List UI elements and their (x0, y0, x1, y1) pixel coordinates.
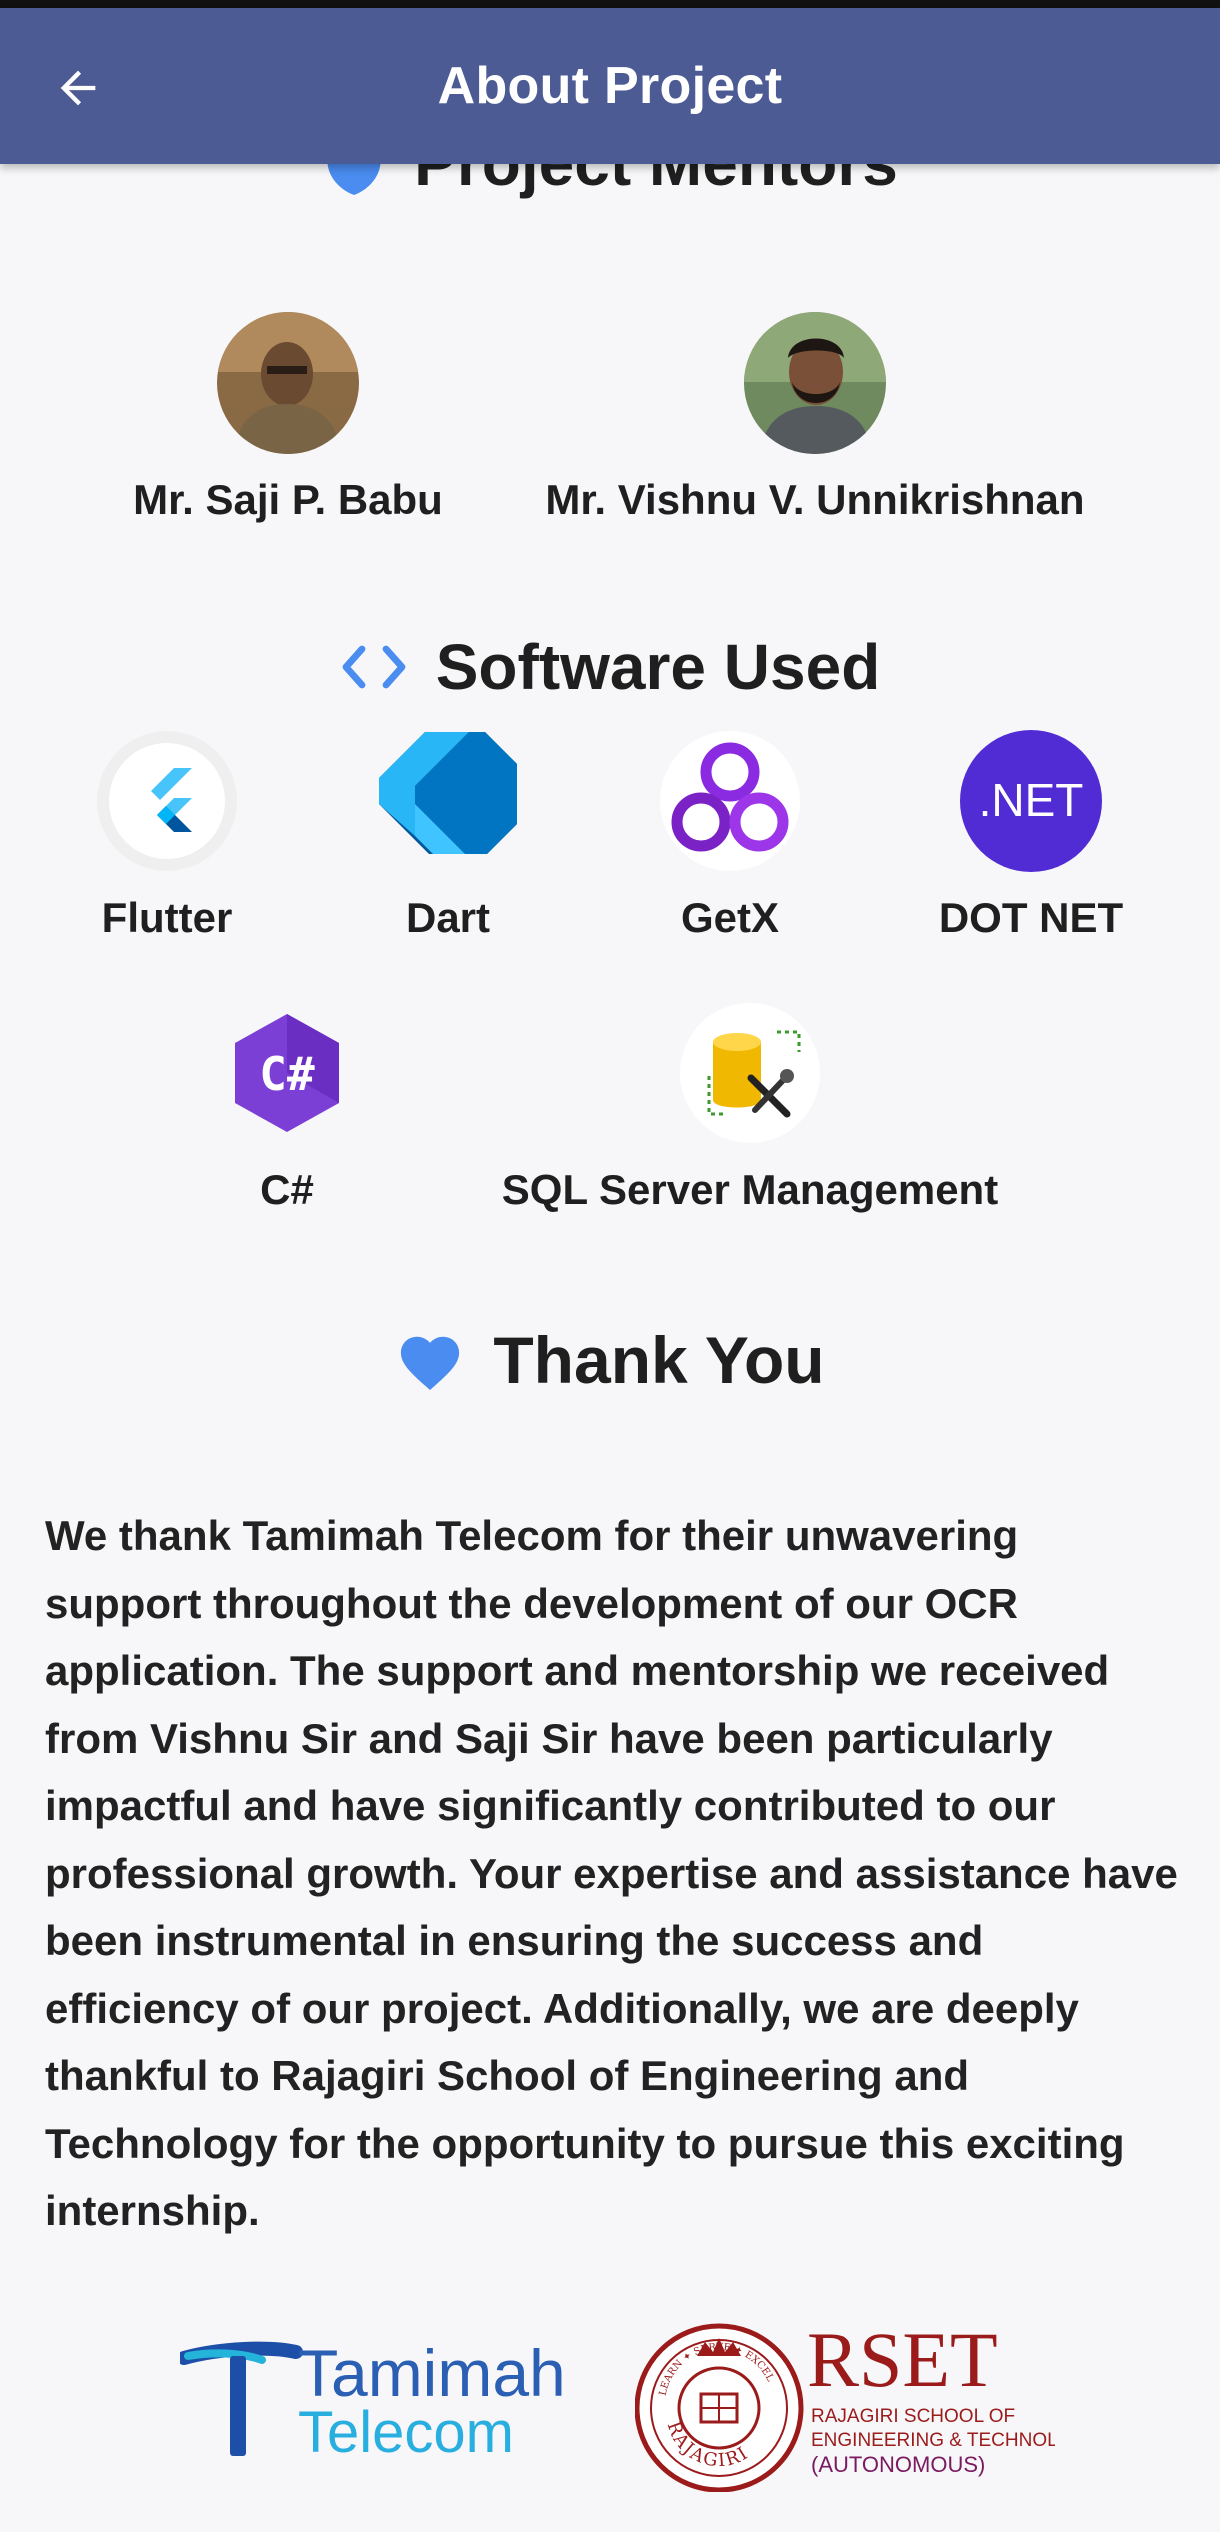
software-label: Flutter (101, 894, 233, 941)
rset-line1: RAJAGIRI SCHOOL OF (811, 2406, 1015, 2427)
tamimah-wordmark: Tamimah (298, 2336, 566, 2410)
csharp-icon: C# (216, 1002, 358, 1144)
rset-line2: ENGINEERING & TECHNOLOGY (811, 2430, 1055, 2451)
shield-icon (322, 164, 386, 198)
getx-icon (659, 730, 801, 872)
software-heading-text: Software Used (435, 631, 881, 703)
flutter-icon (96, 730, 238, 872)
status-strip (0, 0, 1220, 8)
heart-icon (395, 1328, 465, 1392)
thanks-heading-text: Thank You (493, 1323, 825, 1397)
mentors-heading-text: Project Mentors (414, 164, 898, 200)
rset-logo: LEARN ✦ SERVE ✦ EXCEL RAJAGIRI RSET RAJA… (634, 2312, 1100, 2493)
avatar (744, 312, 886, 454)
avatar (217, 312, 359, 454)
mentors-heading-clip: Project Mentors (0, 164, 1220, 234)
rset-line3: (AUTONOMOUS) (811, 2452, 985, 2477)
thanks-message: We thank Tamimah Telecom for their unwav… (45, 1512, 1178, 2234)
dotnet-badge-text: .NET (979, 774, 1084, 826)
code-icon (340, 643, 408, 691)
dart-icon (377, 730, 519, 872)
software-label: GetX (680, 894, 780, 941)
software-item-getx: GetX (580, 730, 880, 942)
tamimah-telecom-logo: Tamimah Telecom (177, 2330, 580, 2470)
software-item-flutter: Flutter (17, 730, 317, 942)
dotnet-icon: .NET (960, 730, 1102, 872)
sql-server-icon (679, 1002, 821, 1144)
software-item-csharp: C# C# (137, 1002, 437, 1214)
thanks-heading: Thank You (0, 1312, 1220, 1408)
software-item-dotnet: .NET DOT NET (881, 730, 1181, 942)
mentor-name: Mr. Saji P. Babu (133, 476, 443, 523)
mentor-name: Mr. Vishnu V. Unnikrishnan (545, 476, 1085, 523)
page-title: About Project (437, 57, 783, 115)
mentor-card: Mr. Vishnu V. Unnikrishnan (535, 312, 1095, 524)
telecom-wordmark: Telecom (298, 2400, 514, 2465)
rset-acronym: RSET (807, 2316, 998, 2403)
software-item-dart: Dart (298, 730, 598, 942)
software-item-sql-server: SQL Server Management (470, 1002, 1030, 1214)
software-label: SQL Server Management (501, 1166, 999, 1213)
mentors-heading: Project Mentors (0, 164, 1220, 208)
mentor-card: Mr. Saji P. Babu (118, 312, 458, 524)
app-bar: About Project (0, 8, 1220, 164)
csharp-badge-text: C# (259, 1047, 315, 1101)
software-label: DOT NET (938, 894, 1124, 941)
software-heading: Software Used (0, 622, 1220, 712)
software-label: C# (260, 1166, 314, 1213)
software-label: Dart (405, 894, 491, 941)
